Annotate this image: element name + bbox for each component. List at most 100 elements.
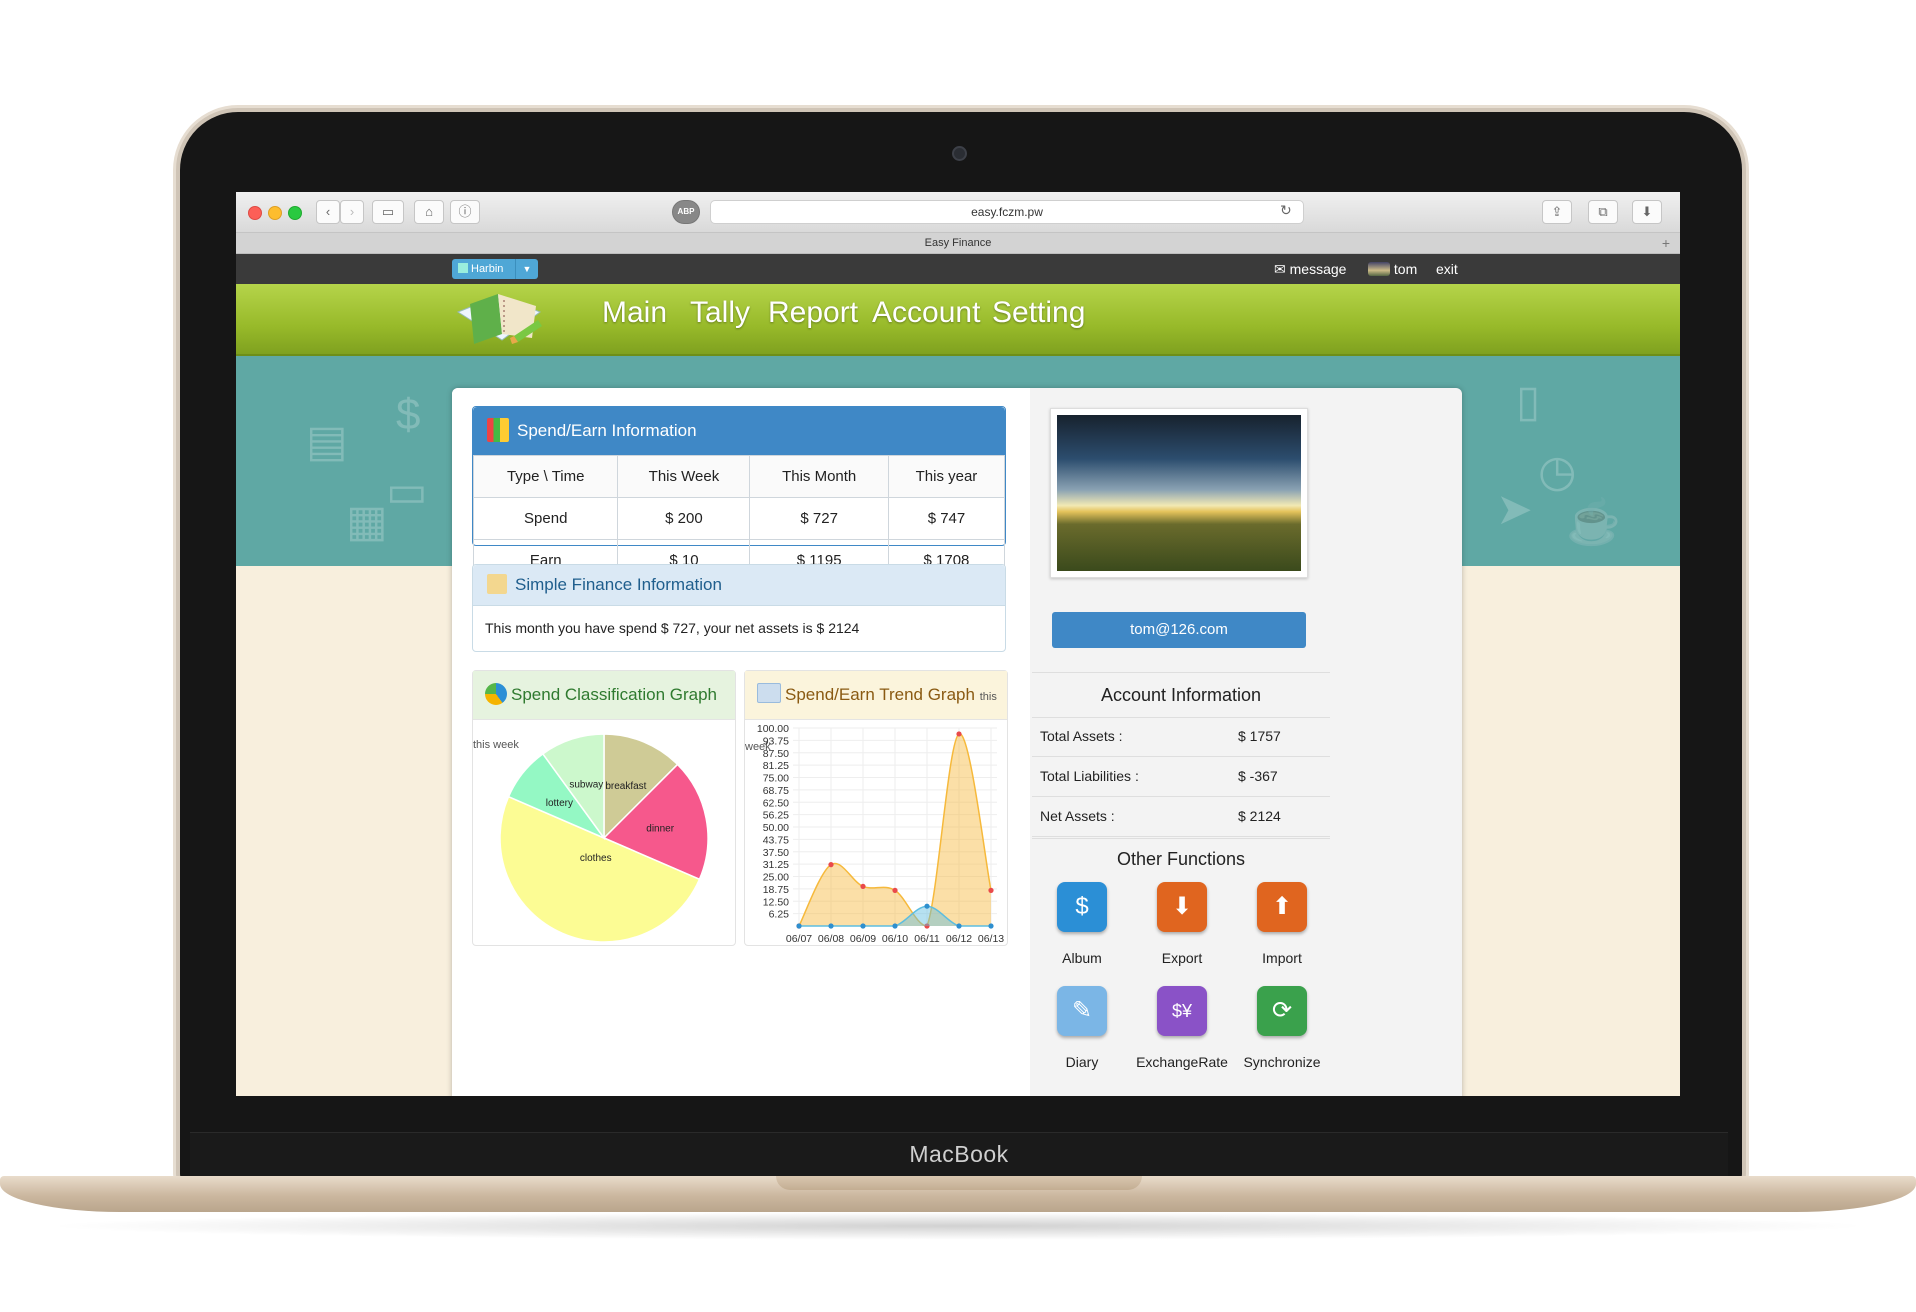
data-point[interactable]: [796, 923, 802, 929]
address-bar[interactable]: easy.fczm.pw: [710, 200, 1304, 224]
sidebar: tom@126.com Account Information Total As…: [1032, 388, 1330, 1096]
table-header-cell: This Month: [749, 455, 889, 498]
account-row-net-assets: Net Assets : $ 2124: [1032, 796, 1330, 837]
phone-icon: ▯: [1516, 377, 1541, 426]
y-tick-label: 25.00: [763, 872, 789, 884]
browser-toolbar: ‹ › ▭ ⌂ ⓘ ABP easy.fczm.pw ↻ ⇪ ⧉ ⬇: [236, 192, 1680, 233]
y-tick-label: 56.25: [763, 810, 789, 822]
new-tab-button[interactable]: +: [1662, 233, 1670, 253]
function-diary[interactable]: ✎ Diary: [1032, 986, 1132, 1086]
function-grid: $ Album ⬇ Export ⬆ Import ✎ Diary $¥ Exc…: [1032, 882, 1330, 1092]
pie-chart-icon: [485, 683, 507, 705]
y-tick-label: 50.00: [763, 822, 789, 834]
table-row: Spend $ 200 $ 727 $ 747: [472, 497, 1006, 540]
exit-link[interactable]: exit: [1436, 254, 1458, 284]
reload-icon[interactable]: ↻: [1280, 202, 1292, 219]
city-selector[interactable]: Harbin ▼: [452, 259, 538, 279]
y-tick-label: 100.00: [757, 723, 789, 735]
pie-label: dinner: [646, 823, 674, 834]
table-header-cell: Type \ Time: [472, 455, 619, 498]
home-button[interactable]: ⌂: [414, 200, 444, 224]
message-label: message: [1289, 261, 1347, 277]
user-link[interactable]: tom: [1368, 254, 1417, 284]
data-point[interactable]: [956, 923, 962, 929]
spend-earn-card: Spend/Earn Information Type \ Time This …: [472, 406, 1006, 582]
album-icon: $: [1057, 882, 1107, 932]
calculator-icon: ▦: [346, 497, 388, 546]
x-tick-label: 06/13: [978, 933, 1004, 944]
data-point[interactable]: [892, 887, 898, 893]
main-column: Spend/Earn Information Type \ Time This …: [452, 388, 1030, 1096]
minimize-window-button[interactable]: [268, 206, 282, 220]
account-info-title: Account Information: [1032, 672, 1330, 718]
books-icon: [487, 418, 509, 442]
function-label: Diary: [1065, 1054, 1099, 1070]
message-link[interactable]: ✉ message: [1274, 254, 1346, 284]
y-tick-label: 93.75: [763, 735, 789, 747]
function-export[interactable]: ⬇ Export: [1132, 882, 1232, 982]
data-point[interactable]: [924, 903, 930, 909]
data-point[interactable]: [860, 883, 866, 889]
data-point[interactable]: [988, 923, 994, 929]
nav-report[interactable]: Report: [768, 296, 858, 330]
x-tick-label: 06/11: [914, 933, 940, 944]
account-row-label: Total Liabilities :: [1040, 768, 1139, 784]
table-cell: Spend: [472, 497, 619, 540]
nav-tally[interactable]: Tally: [690, 296, 750, 330]
main-navbar: Main Tally Report Account Setting: [236, 284, 1680, 356]
synchronize-icon: ⟳: [1257, 986, 1307, 1036]
account-row-label: Total Assets :: [1040, 728, 1123, 744]
sidebar-button[interactable]: ▭: [372, 200, 404, 224]
x-tick-label: 06/10: [882, 933, 908, 944]
x-tick-label: 06/12: [946, 933, 972, 944]
zoom-window-button[interactable]: [288, 206, 302, 220]
logo-icon: [456, 294, 542, 344]
screen: ‹ › ▭ ⌂ ⓘ ABP easy.fczm.pw ↻ ⇪ ⧉ ⬇ Easy …: [236, 192, 1680, 1096]
function-import[interactable]: ⬆ Import: [1232, 882, 1332, 982]
nav-setting[interactable]: Setting: [992, 296, 1085, 330]
share-button[interactable]: ⇪: [1542, 200, 1572, 224]
function-label: Import: [1262, 950, 1302, 966]
profile-email-button[interactable]: tom@126.com: [1052, 612, 1306, 648]
data-point[interactable]: [860, 923, 866, 929]
close-window-button[interactable]: [248, 206, 262, 220]
profile-photo[interactable]: [1057, 415, 1301, 571]
avatar: [1368, 262, 1390, 276]
y-tick-label: 31.25: [763, 859, 789, 871]
table-cell: $ 727: [749, 497, 889, 540]
laptop-shadow: [40, 1212, 1876, 1240]
data-point[interactable]: [828, 862, 834, 868]
tab-bar: Easy Finance +: [236, 233, 1680, 254]
function-label: Export: [1161, 950, 1203, 966]
tabs-button[interactable]: ⧉: [1588, 200, 1618, 224]
line-chart-icon: [757, 683, 781, 703]
account-row-total-liabilities: Total Liabilities : $ -367: [1032, 756, 1330, 797]
cursor-icon: ➤: [1496, 485, 1533, 534]
data-point[interactable]: [828, 923, 834, 929]
function-exchange-rate[interactable]: $¥ ExchangeRate: [1132, 986, 1232, 1086]
function-synchronize[interactable]: ⟳ Synchronize: [1232, 986, 1332, 1086]
y-tick-label: 75.00: [763, 773, 789, 785]
nav-main[interactable]: Main: [602, 296, 667, 330]
data-point[interactable]: [956, 731, 962, 737]
cup-icon: ☕: [1566, 498, 1621, 547]
nav-account[interactable]: Account: [872, 296, 980, 330]
data-point[interactable]: [892, 923, 898, 929]
table-cell: $ 747: [887, 497, 1006, 540]
username: tom: [1393, 261, 1418, 277]
chevron-down-icon[interactable]: ▼: [515, 259, 538, 279]
adblock-button[interactable]: ABP: [672, 200, 700, 224]
spend-earn-table: Type \ Time This Week This Month This ye…: [472, 455, 1006, 582]
info-button[interactable]: ⓘ: [450, 200, 480, 224]
downloads-button[interactable]: ⬇: [1632, 200, 1662, 224]
function-album[interactable]: $ Album: [1032, 882, 1132, 982]
pie-graph-header: Spend Classification Graph this week: [473, 671, 735, 751]
back-button[interactable]: ‹: [316, 200, 340, 224]
pie-label: breakfast: [605, 781, 646, 792]
data-point[interactable]: [988, 887, 994, 893]
x-tick-label: 06/08: [818, 933, 844, 944]
wallet-icon: ▤: [306, 417, 348, 466]
forward-button[interactable]: ›: [340, 200, 364, 224]
simple-finance-card: Simple Finance Information This month yo…: [472, 564, 1006, 652]
tab-title[interactable]: Easy Finance: [925, 237, 992, 249]
